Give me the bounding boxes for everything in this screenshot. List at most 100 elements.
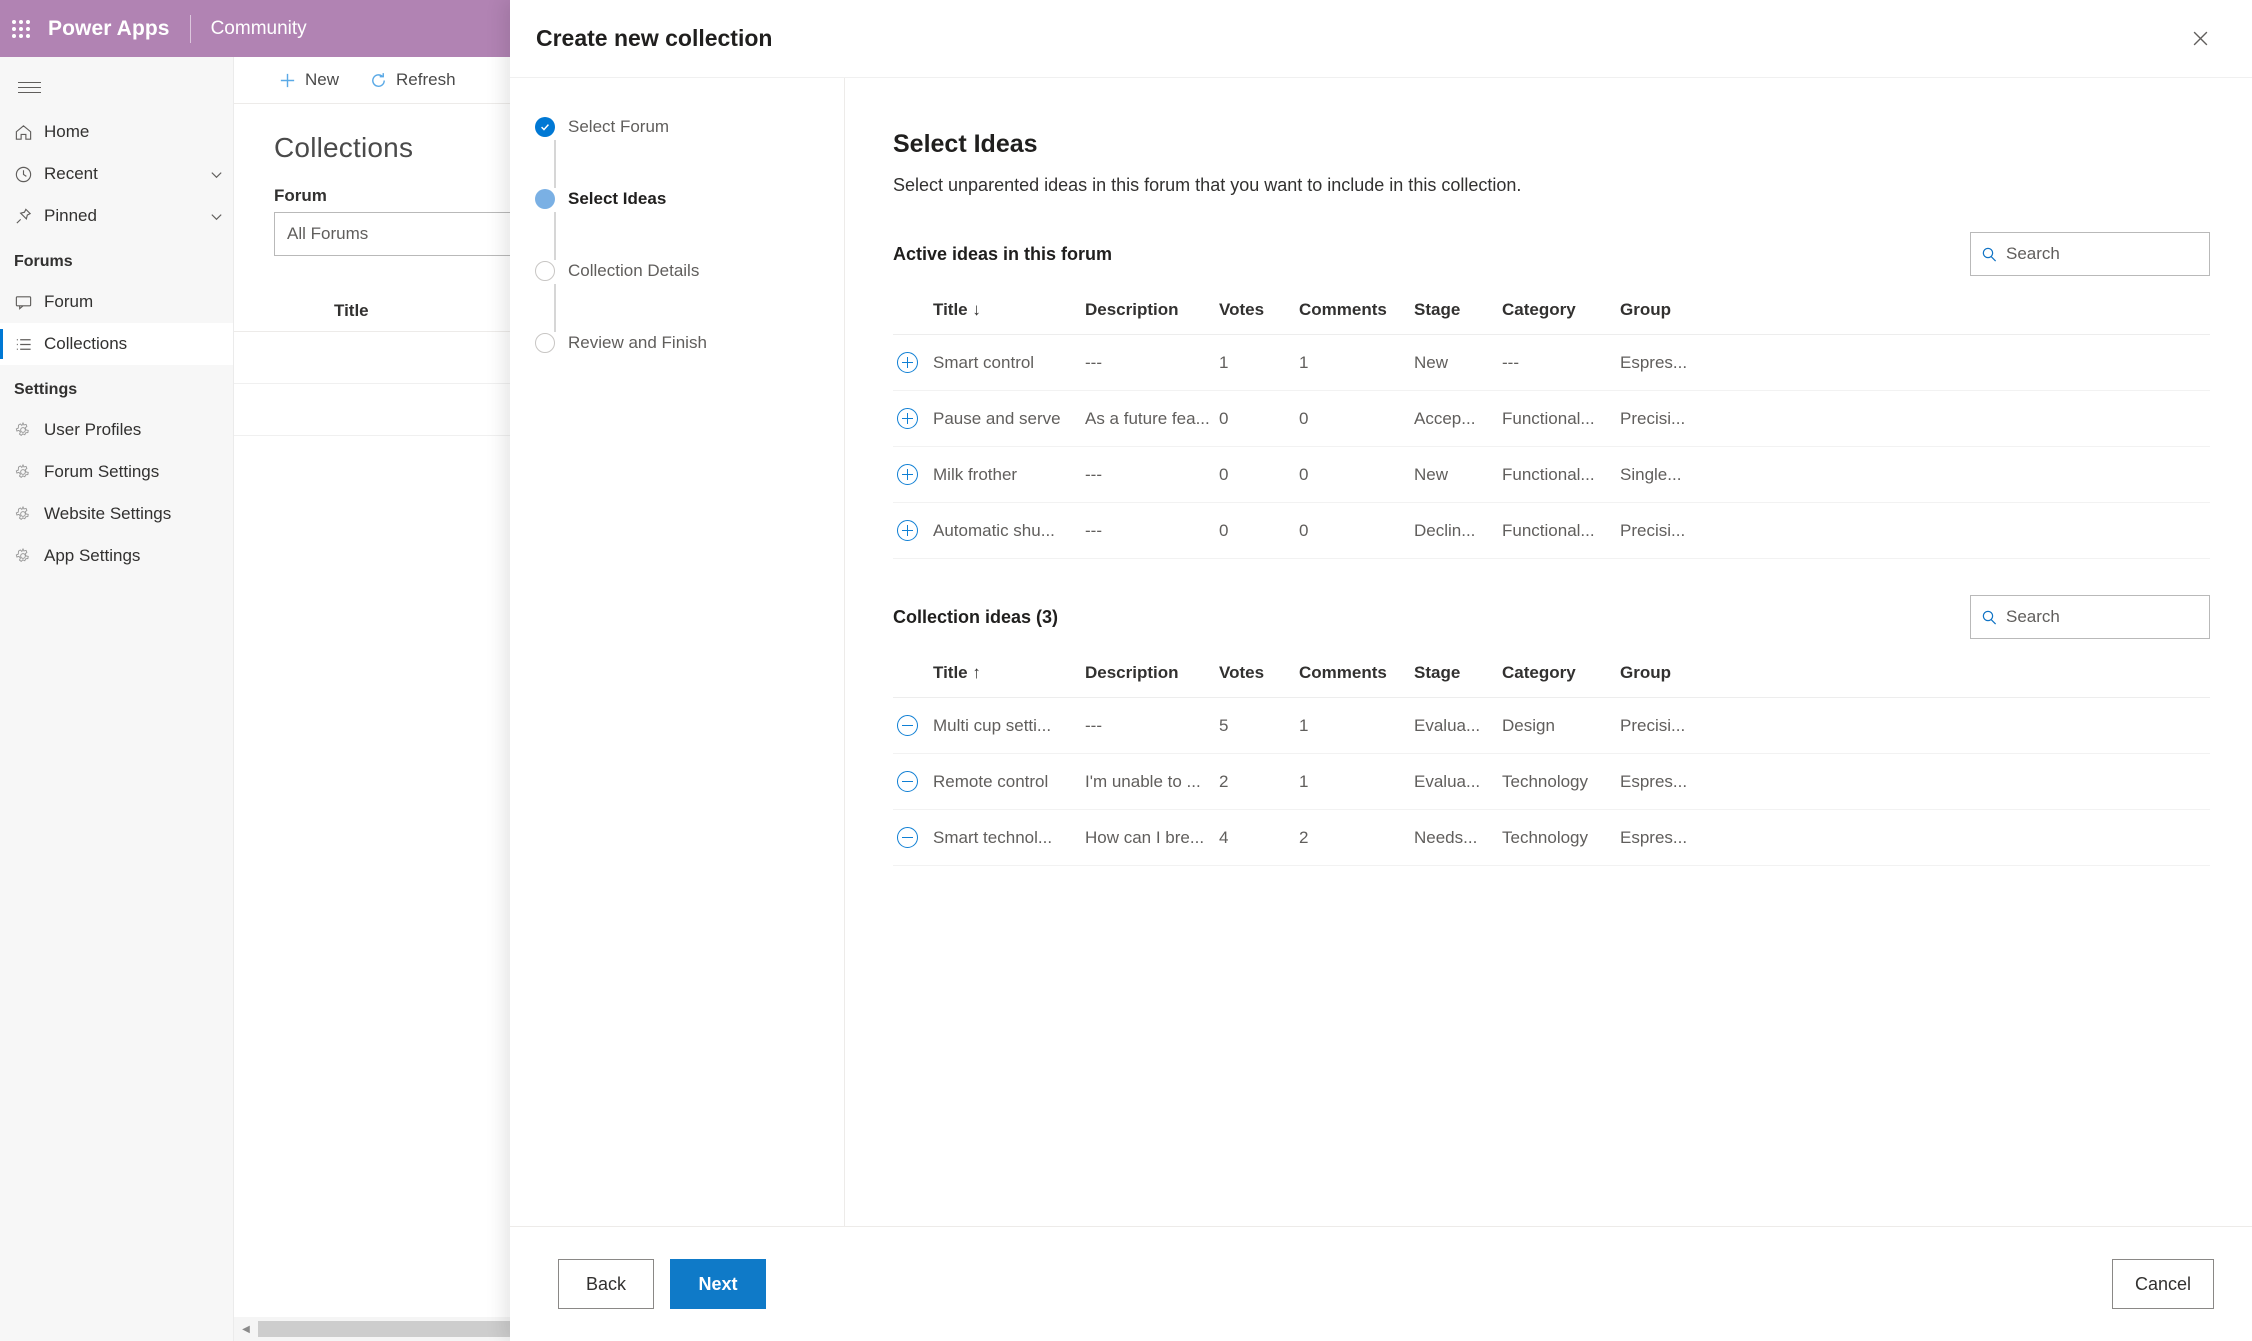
- remove-circle-icon[interactable]: [897, 715, 918, 736]
- column-comments[interactable]: Comments: [1299, 653, 1414, 698]
- search-icon: [1981, 246, 1998, 263]
- sidebar-item-user-profiles[interactable]: User Profiles: [0, 409, 233, 451]
- app-launcher-icon[interactable]: [10, 18, 32, 40]
- app-root: Power Apps Community Home Recent Pinned …: [0, 0, 2252, 1341]
- sidebar-item-forum[interactable]: Forum: [0, 281, 233, 323]
- column-title-label: Title: [933, 300, 968, 319]
- scroll-left-arrow[interactable]: ◀: [234, 1317, 258, 1341]
- brand-divider: [189, 14, 191, 43]
- cell-comments: 1: [1299, 697, 1414, 754]
- sidebar-item-home[interactable]: Home: [0, 111, 233, 153]
- column-action: [893, 653, 933, 698]
- chevron-down-icon[interactable]: [199, 167, 233, 182]
- column-title[interactable]: Title ↑: [933, 653, 1085, 698]
- cell-stage: New: [1414, 334, 1502, 391]
- cell-comments: 1: [1299, 334, 1414, 391]
- check-icon: [535, 117, 555, 137]
- cell-category: Design: [1502, 697, 1620, 754]
- active-ideas-title: Active ideas in this forum: [893, 243, 1113, 264]
- cell-title: Remote control: [933, 753, 1085, 810]
- back-button[interactable]: Back: [558, 1259, 654, 1309]
- cell-stage: Declin...: [1414, 502, 1502, 559]
- wizard-step-label: Select Forum: [568, 117, 670, 136]
- step-bullet: [530, 260, 560, 281]
- table-row[interactable]: Pause and serve As a future fea... 0 0 A…: [893, 390, 2210, 447]
- wizard-step-label: Select Ideas: [568, 189, 667, 208]
- column-title[interactable]: Title ↓: [933, 290, 1085, 335]
- table-row[interactable]: Multi cup setti... --- 5 1 Evalua... Des…: [893, 697, 2210, 754]
- column-category[interactable]: Category: [1502, 290, 1620, 335]
- table-row[interactable]: Remote control I'm unable to ... 2 1 Eva…: [893, 753, 2210, 810]
- cancel-button[interactable]: Cancel: [2111, 1259, 2214, 1309]
- active-ideas-header: Active ideas in this forum Search: [893, 232, 2210, 276]
- column-group[interactable]: Group: [1620, 290, 2210, 335]
- cell-description: ---: [1085, 502, 1219, 559]
- sidebar-item-app-settings[interactable]: App Settings: [0, 535, 233, 577]
- new-button[interactable]: New: [268, 60, 349, 100]
- cell-group: Precisi...: [1620, 697, 2210, 754]
- dialog-footer: Back Next Cancel: [510, 1226, 2252, 1341]
- column-group[interactable]: Group: [1620, 653, 2210, 698]
- wizard-step-select-ideas[interactable]: Select Ideas: [530, 188, 844, 260]
- collection-ideas-header: Collection ideas (3) Search: [893, 595, 2210, 639]
- column-votes[interactable]: Votes: [1219, 653, 1299, 698]
- sidebar-item-forum-settings[interactable]: Forum Settings: [0, 451, 233, 493]
- add-circle-icon[interactable]: [897, 464, 918, 485]
- sidebar-item-label: Recent: [44, 164, 98, 183]
- cell-comments: 0: [1299, 390, 1414, 447]
- active-ideas-section: Active ideas in this forum Search Title …: [893, 232, 2210, 559]
- row-action-cell: [893, 390, 933, 447]
- refresh-button[interactable]: Refresh: [359, 60, 466, 100]
- search-input-active-ideas[interactable]: Search: [1970, 232, 2210, 276]
- table-row[interactable]: Smart control --- 1 1 New --- Espres...: [893, 334, 2210, 391]
- plus-icon: [278, 71, 297, 90]
- column-category[interactable]: Category: [1502, 653, 1620, 698]
- column-description[interactable]: Description: [1085, 653, 1219, 698]
- cell-votes: 1: [1219, 334, 1299, 391]
- cell-votes: 2: [1219, 753, 1299, 810]
- wizard-step-collection-details[interactable]: Collection Details: [530, 260, 844, 332]
- table-row[interactable]: Milk frother --- 0 0 New Functional... S…: [893, 446, 2210, 503]
- cell-group: Espres...: [1620, 809, 2210, 866]
- add-circle-icon[interactable]: [897, 408, 918, 429]
- table-row[interactable]: Automatic shu... --- 0 0 Declin... Funct…: [893, 502, 2210, 559]
- cell-comments: 0: [1299, 446, 1414, 503]
- table-row[interactable]: Smart technol... How can I bre... 4 2 Ne…: [893, 809, 2210, 866]
- app-name-label[interactable]: Community: [211, 18, 307, 40]
- search-input-collection-ideas[interactable]: Search: [1970, 595, 2210, 639]
- brand-title[interactable]: Power Apps: [48, 17, 170, 41]
- column-stage[interactable]: Stage: [1414, 290, 1502, 335]
- add-circle-icon[interactable]: [897, 520, 918, 541]
- cell-stage: Needs...: [1414, 809, 1502, 866]
- next-button[interactable]: Next: [670, 1259, 766, 1309]
- wizard-step-label: Collection Details: [568, 261, 700, 280]
- column-votes[interactable]: Votes: [1219, 290, 1299, 335]
- pane-description: Select unparented ideas in this forum th…: [893, 175, 1522, 195]
- pin-icon: [14, 207, 44, 226]
- sort-ascending-icon: ↑: [972, 663, 981, 682]
- close-icon[interactable]: [2178, 17, 2222, 61]
- sidebar-item-collections[interactable]: Collections: [0, 323, 233, 365]
- cell-description: As a future fea...: [1085, 390, 1219, 447]
- sidebar-item-website-settings[interactable]: Website Settings: [0, 493, 233, 535]
- cell-votes: 5: [1219, 697, 1299, 754]
- remove-circle-icon[interactable]: [897, 771, 918, 792]
- collection-ideas-section: Collection ideas (3) Search Title ↑ Desc…: [893, 595, 2210, 866]
- sidebar-item-recent[interactable]: Recent: [0, 153, 233, 195]
- wizard-step-review-and-finish[interactable]: Review and Finish: [530, 332, 844, 404]
- add-circle-icon[interactable]: [897, 352, 918, 373]
- cell-title: Multi cup setti...: [933, 697, 1085, 754]
- dialog-body: Select Forum Select Ideas Collection Det…: [510, 77, 2252, 1226]
- cell-category: Technology: [1502, 809, 1620, 866]
- column-description[interactable]: Description: [1085, 290, 1219, 335]
- column-comments[interactable]: Comments: [1299, 290, 1414, 335]
- sidebar-item-pinned[interactable]: Pinned: [0, 195, 233, 237]
- remove-circle-icon[interactable]: [897, 827, 918, 848]
- chevron-down-icon[interactable]: [199, 209, 233, 224]
- current-step-dot-icon: [535, 189, 555, 209]
- dialog-title: Create new collection: [536, 25, 773, 51]
- cell-title: Pause and serve: [933, 390, 1085, 447]
- column-stage[interactable]: Stage: [1414, 653, 1502, 698]
- wizard-step-select-forum[interactable]: Select Forum: [530, 116, 844, 188]
- hamburger-icon[interactable]: [0, 63, 233, 111]
